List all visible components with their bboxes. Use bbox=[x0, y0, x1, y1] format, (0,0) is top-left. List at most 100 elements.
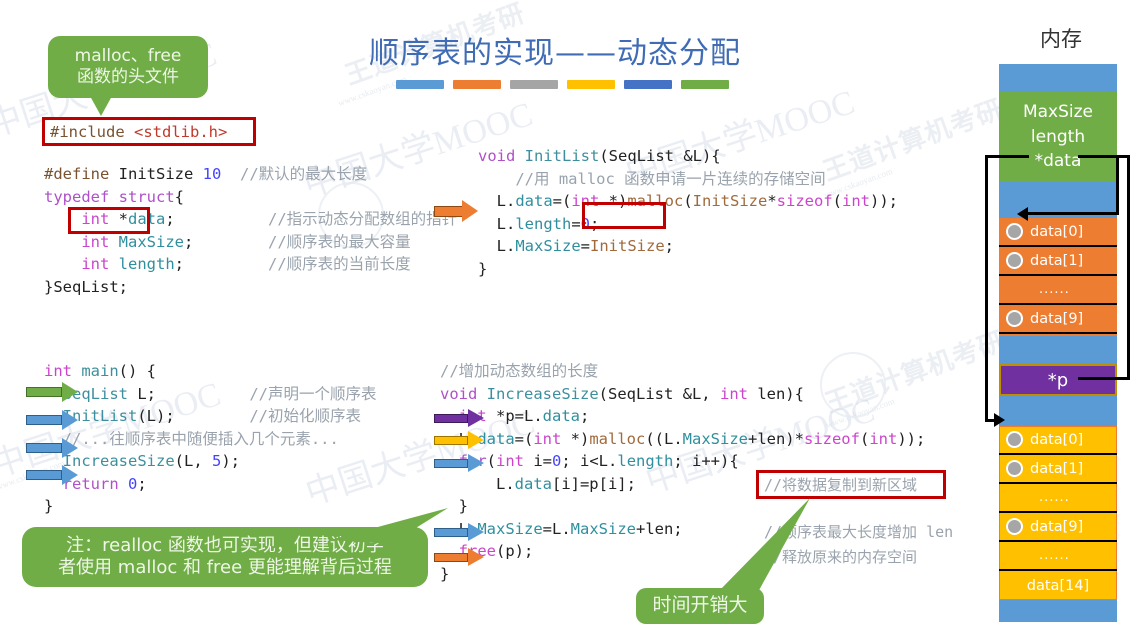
connector-data-right-horizontal bbox=[1078, 155, 1130, 158]
code-token: void bbox=[440, 384, 478, 403]
code-line: }SeqList; bbox=[44, 276, 457, 299]
callout-realloc-tail bbox=[330, 508, 448, 544]
memory-new-cell-1-label: data[1] bbox=[1030, 460, 1084, 477]
connector-data-left-horizontal bbox=[985, 155, 1029, 158]
memory-struct-block: MaxSize length *data bbox=[999, 92, 1117, 182]
arrow-to-malloc-line bbox=[434, 200, 478, 222]
code-line: } bbox=[478, 258, 898, 281]
code-token: len){ bbox=[747, 384, 804, 403]
code-token: ( bbox=[832, 192, 843, 210]
code-line: int main() { bbox=[44, 360, 377, 383]
code-token: #define bbox=[44, 165, 119, 183]
code-token: )); bbox=[870, 192, 899, 210]
arrow-increasesize-call bbox=[26, 465, 78, 485]
code-token: L. bbox=[478, 214, 516, 233]
code-line: IncreaseSize(L, 5); bbox=[44, 450, 377, 473]
code-token: malloc bbox=[589, 429, 646, 448]
code-token: } bbox=[440, 564, 450, 583]
memory-new-cell-0: data[0] bbox=[999, 426, 1117, 455]
code-token: int bbox=[44, 362, 72, 380]
code-token: ((L. bbox=[645, 429, 683, 448]
code-token: ( bbox=[683, 192, 693, 210]
callout-realloc-line2: 者使用 malloc 和 free 更能理解背后过程 bbox=[58, 557, 392, 578]
slide-canvas: 中国大学MOOC 中国大学MOOC 中国大学MOOC 中国大学MOOC 中国大学… bbox=[0, 0, 1142, 627]
code-line: int length; //顺序表的当前长度 bbox=[44, 253, 457, 276]
code-token: *) bbox=[561, 429, 590, 448]
code-token: (L, bbox=[174, 452, 212, 470]
code-token: L. bbox=[478, 237, 516, 255]
code-line: return 0; bbox=[44, 473, 377, 496]
code-token: int bbox=[533, 429, 562, 448]
int-cast-highlight-box bbox=[582, 202, 666, 229]
code-token: //用 malloc 函数申请一片连续的存储空间 bbox=[515, 169, 826, 188]
code-token: //指示动态分配数组的指针 bbox=[268, 210, 458, 228]
connector-data-left-arrowhead bbox=[994, 413, 1005, 427]
code-line: L.data=(int *)malloc(InitSize*sizeof(int… bbox=[478, 190, 898, 213]
accent-bar-1 bbox=[396, 80, 444, 89]
code-token: //...往顺序表中随便插入几个元素... bbox=[62, 429, 339, 448]
page-title: 顺序表的实现——动态分配 bbox=[369, 36, 741, 71]
code-token: MaxSize bbox=[515, 237, 581, 255]
arrow-initlist-call bbox=[26, 410, 78, 430]
code-token: (p); bbox=[496, 542, 534, 560]
code-token: = bbox=[580, 237, 590, 255]
arrow-copy-loop bbox=[434, 454, 484, 473]
code-token: int bbox=[719, 384, 748, 403]
memory-old-cell-ellipsis: ...... bbox=[999, 276, 1117, 305]
code-line: L.length=0; bbox=[478, 213, 898, 236]
memory-old-cell-1: data[1] bbox=[999, 247, 1117, 276]
memory-new-cell-0-label: data[0] bbox=[1030, 431, 1084, 448]
code-token: L; bbox=[128, 384, 156, 403]
memory-free-space-3 bbox=[999, 336, 1117, 364]
code-token: =L. bbox=[542, 519, 571, 538]
comment-copy-data: //将数据复制到新区域 bbox=[764, 476, 918, 494]
code-token: //顺序表的当前长度 bbox=[268, 255, 411, 273]
memory-free-space-top bbox=[999, 64, 1117, 92]
code-token: typedef bbox=[44, 187, 110, 206]
arrow-save-old-pointer bbox=[434, 409, 484, 428]
code-line: void InitList(SeqList &L){ bbox=[478, 145, 898, 168]
code-line: L.MaxSize=InitSize; bbox=[478, 235, 898, 258]
element-dot-icon bbox=[1006, 518, 1023, 535]
code-token: //声明一个顺序表 bbox=[249, 384, 377, 403]
code-token: 10 bbox=[202, 165, 222, 183]
code-token: int bbox=[842, 192, 871, 210]
connector-to-old-array bbox=[1027, 212, 1119, 215]
callout-header-note-line1: malloc、free bbox=[74, 45, 182, 66]
code-token: )); bbox=[897, 429, 926, 448]
element-dot-icon bbox=[1006, 310, 1023, 327]
code-line: int *p=L.data; bbox=[440, 405, 925, 428]
connector-to-old-array-vertical bbox=[1116, 155, 1119, 213]
memory-new-cell-ellipsis-1-label: ...... bbox=[1039, 490, 1070, 505]
code-line: //用 malloc 函数申请一片连续的存储空间 bbox=[478, 168, 898, 191]
code-token: //增加动态数组的长度 bbox=[440, 362, 599, 380]
memory-new-cell-ellipsis-2: ...... bbox=[999, 542, 1117, 571]
code-token: IncreaseSize bbox=[62, 452, 175, 470]
accent-bar-2 bbox=[453, 80, 501, 89]
code-token: =( bbox=[552, 192, 572, 210]
accent-bar-4 bbox=[567, 80, 615, 89]
arrow-alloc-new-array bbox=[434, 431, 484, 450]
memory-new-cell-14-label: data[14] bbox=[1026, 577, 1090, 594]
memory-heading: 内存 bbox=[1040, 27, 1082, 51]
code-token: L. bbox=[478, 192, 516, 210]
code-token: MaxSize bbox=[570, 519, 636, 538]
connector-data-left-vertical bbox=[985, 155, 988, 422]
code-token: (SeqList &L, bbox=[598, 384, 720, 403]
memory-struct-maxsize: MaxSize bbox=[1022, 102, 1094, 123]
memory-new-cell-ellipsis-1: ...... bbox=[999, 484, 1117, 513]
code-token: data bbox=[515, 192, 553, 210]
code-line: #define InitSize 10 //默认的最大长度 bbox=[44, 163, 457, 186]
code-token: 5 bbox=[211, 452, 222, 470]
code-token: InitSize bbox=[692, 192, 768, 210]
code-token: data bbox=[514, 474, 552, 493]
code-token: +len; bbox=[635, 519, 683, 538]
arrow-seqlist-declare bbox=[26, 382, 78, 402]
code-token: //初始化顺序表 bbox=[249, 407, 361, 425]
element-dot-icon bbox=[1006, 223, 1023, 240]
